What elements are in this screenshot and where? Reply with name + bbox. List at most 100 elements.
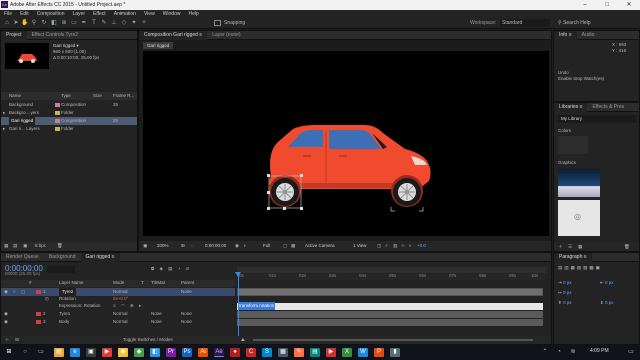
- comp-flowchart-icon[interactable]: ⊹: [5, 336, 9, 344]
- delete-icon[interactable]: 🗑: [624, 243, 630, 251]
- tab-project[interactable]: Project: [1, 31, 27, 40]
- tab-paragraph[interactable]: Paragraph ≡: [554, 253, 592, 262]
- camtasia-icon[interactable]: C: [246, 348, 256, 357]
- layer-bar-tyre1[interactable]: [237, 311, 543, 318]
- time-ruler[interactable]: 0s 01s 02s 03s 04s 05s 06s 07s 08s 09s 10s: [237, 273, 547, 280]
- tab-layer[interactable]: Layer (none): [207, 31, 245, 40]
- layer-bar-body[interactable]: [237, 319, 543, 326]
- search-help-field[interactable]: ⚲ Search Help: [558, 19, 638, 27]
- mask-icon[interactable]: ◌: [191, 242, 194, 250]
- timeline-icon[interactable]: ▥: [393, 242, 397, 250]
- new-folder-icon[interactable]: ▤: [13, 242, 17, 250]
- tab-effects-presets[interactable]: Effects & Pres: [587, 103, 629, 112]
- layer-parent-select[interactable]: None: [181, 310, 192, 318]
- first-line-field[interactable]: ↦ 0 px: [558, 289, 572, 297]
- comp-subtab[interactable]: Gari rigged: [143, 42, 174, 49]
- toggle-switches-label[interactable]: Toggle Switches / Modes: [123, 336, 173, 344]
- camera-select[interactable]: Active Camera: [305, 242, 335, 250]
- hand-tool-icon[interactable]: ✋: [21, 20, 29, 27]
- expression-text[interactable]: transform.rotation: [238, 302, 276, 310]
- snapshot-icon[interactable]: ◉: [235, 242, 239, 250]
- space-after-field[interactable]: ⇟ 0 px: [600, 299, 614, 307]
- photoshop-icon[interactable]: Ps: [182, 348, 192, 357]
- misc-app-icon[interactable]: ▦: [278, 348, 288, 357]
- stopwatch-icon[interactable]: ◷: [45, 295, 49, 303]
- photos-app-icon[interactable]: ◧: [150, 348, 160, 357]
- layer-mode-select[interactable]: Normal: [113, 310, 128, 318]
- always-preview-icon[interactable]: ▣: [143, 242, 147, 250]
- bpc-label[interactable]: 8 bpc: [35, 242, 46, 250]
- brush-tool-icon[interactable]: ✎: [100, 20, 108, 27]
- tab-audio[interactable]: Audio: [577, 31, 600, 40]
- visibility-eye-icon[interactable]: ◉: [4, 288, 8, 296]
- graphic-thumbnail-2[interactable]: ◎: [558, 200, 600, 236]
- new-comp-icon[interactable]: ▣: [23, 242, 27, 250]
- tab-libraries[interactable]: Libraries ≡: [554, 103, 588, 112]
- tab-gari-rigged[interactable]: Gari rigged ≡: [80, 253, 120, 262]
- powerpoint-app-icon[interactable]: P: [374, 348, 384, 357]
- library-select[interactable]: My Library: [558, 115, 636, 123]
- solo-icon[interactable]: ○: [13, 288, 16, 296]
- file-explorer-icon[interactable]: ▤: [54, 348, 64, 357]
- timeline-search-field[interactable]: [47, 266, 75, 273]
- terminal-app-icon[interactable]: ▮: [390, 348, 400, 357]
- store-icon[interactable]: ▣: [86, 348, 96, 357]
- layer-trkmat-select[interactable]: None: [151, 310, 162, 318]
- tab-info[interactable]: Info ≡: [554, 31, 577, 40]
- property-row-expression[interactable]: Expression: Rotation ≡ ◠ ⊕ ▸: [1, 303, 235, 310]
- layer-name[interactable]: Body: [59, 318, 69, 326]
- layer-bar-tyre2[interactable]: [237, 288, 543, 296]
- project-item-row-selected[interactable]: Gari rigged Composition 25: [1, 117, 137, 125]
- menu-composition[interactable]: Composition: [33, 10, 69, 18]
- menu-layer[interactable]: Layer: [68, 10, 89, 18]
- selection-tool-icon[interactable]: ➤: [12, 20, 20, 27]
- home-icon[interactable]: ⌂: [3, 20, 11, 27]
- layer-parent-select[interactable]: None: [181, 318, 192, 326]
- rotate-tool-icon[interactable]: ↻: [40, 20, 48, 27]
- project-item-row[interactable]: Background Composition 25: [1, 101, 137, 109]
- puppet-tool-icon[interactable]: ✧: [140, 20, 148, 27]
- notifications-icon[interactable]: ▭: [626, 348, 636, 357]
- view-layout-select[interactable]: 1 View: [353, 242, 366, 250]
- timeline-zoom-slider[interactable]: [253, 339, 533, 341]
- spreadsheet-app-icon[interactable]: X: [342, 348, 352, 357]
- menu-animation[interactable]: Animation: [110, 10, 140, 18]
- color-swatches[interactable]: [558, 136, 588, 154]
- region-of-interest-icon[interactable]: ▢: [283, 242, 287, 250]
- list-view-icon[interactable]: ☰: [568, 243, 572, 251]
- chrome-icon[interactable]: ◉: [118, 348, 128, 357]
- reset-exposure-icon[interactable]: ◐: [409, 242, 412, 250]
- project-item-row[interactable]: ▸ Backgro....yers Folder: [1, 109, 137, 117]
- tray-volume-icon[interactable]: ◔: [554, 348, 564, 357]
- transparency-grid-icon[interactable]: ▩: [291, 242, 295, 250]
- project-item-row[interactable]: ▸ Gari ri... Layers Folder: [1, 125, 137, 133]
- fast-preview-icon[interactable]: ⚡: [385, 242, 388, 250]
- col-size[interactable]: Size: [93, 92, 102, 100]
- space-before-field[interactable]: ⇞ 0 px: [558, 299, 572, 307]
- pan-behind-tool-icon[interactable]: ⊕: [60, 20, 68, 27]
- rectangle-tool-icon[interactable]: ▭: [70, 20, 78, 27]
- menu-file[interactable]: File: [0, 10, 16, 18]
- toggle-pixel-icon[interactable]: ◫: [377, 242, 381, 250]
- paint-app-icon[interactable]: ✎: [294, 348, 304, 357]
- expression-editor[interactable]: transform.rotation: [237, 302, 543, 310]
- layer-row-tyre1[interactable]: ◉ 2 Tyre1 Normal None None: [1, 310, 235, 318]
- col-layer-name[interactable]: Layer Name: [59, 279, 84, 287]
- interpret-footage-icon[interactable]: ▦: [4, 242, 8, 250]
- edge-browser-icon[interactable]: e: [70, 348, 80, 357]
- menu-edit[interactable]: Edit: [16, 10, 33, 18]
- word-app-icon[interactable]: W: [358, 348, 368, 357]
- task-view-icon[interactable]: ▭: [36, 348, 46, 357]
- layer-mode-select[interactable]: Normal: [113, 318, 128, 326]
- search-taskbar-icon[interactable]: ○: [20, 348, 30, 357]
- layer-trkmat-select[interactable]: None: [151, 318, 162, 326]
- tab-background[interactable]: Background: [44, 253, 81, 262]
- notes-app-icon[interactable]: ▤: [310, 348, 320, 357]
- expand-layer-icon[interactable]: ⊟: [15, 336, 19, 344]
- utility-app-icon[interactable]: ◆: [134, 348, 144, 357]
- after-effects-taskbar-icon[interactable]: Ae: [214, 348, 224, 357]
- flowchart-icon[interactable]: ⊹: [401, 242, 405, 250]
- col-frame-rate[interactable]: Frame R...: [113, 92, 134, 100]
- tray-network-icon[interactable]: ⌃: [540, 348, 550, 357]
- visibility-eye-icon[interactable]: ◉: [4, 318, 8, 326]
